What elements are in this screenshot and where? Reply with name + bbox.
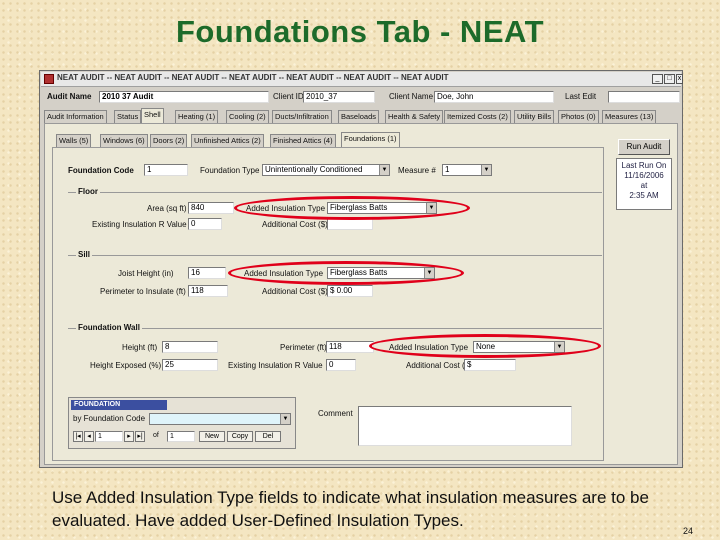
audit-name-label: Audit Name xyxy=(47,92,92,101)
foundation-code-lookup[interactable]: ▼ xyxy=(149,413,291,425)
new-record-button[interactable]: New xyxy=(199,431,225,442)
foundation-type-value: Unintentionally Conditioned xyxy=(265,165,363,174)
last-run-time: 2:35 AM xyxy=(629,191,659,200)
sill-group xyxy=(68,255,602,256)
run-audit-button[interactable]: Run Audit xyxy=(618,139,670,155)
record-navigator: FOUNDATION by Foundation Code ▼ |◂ ◂ 1 ▸… xyxy=(68,397,296,449)
floor-area-field[interactable]: 840 xyxy=(188,202,234,214)
floor-area-label: Area (sq ft) xyxy=(147,204,187,213)
close-button[interactable]: x xyxy=(676,74,683,84)
wall-exposed-field[interactable]: 25 xyxy=(162,359,218,371)
client-name-field[interactable]: Doe, John xyxy=(434,91,554,103)
tab-doors[interactable]: Doors (2) xyxy=(150,134,188,147)
foundation-type-select[interactable]: Unintentionally Conditioned ▼ xyxy=(262,164,390,176)
tab-unfinished-attics[interactable]: Unfinished Attics (2) xyxy=(191,134,264,147)
tab-health-safety[interactable]: Health & Safety xyxy=(385,110,444,123)
wall-cost-field[interactable]: $ xyxy=(464,359,516,371)
foundation-wall-group xyxy=(68,328,602,329)
wall-exposed-label: Height Exposed (%) xyxy=(90,361,162,370)
sill-joist-field[interactable]: 16 xyxy=(188,267,226,279)
last-run-at: at xyxy=(640,181,648,190)
wall-height-field[interactable]: 8 xyxy=(162,341,218,353)
foundation-wall-title: Foundation Wall xyxy=(76,323,142,332)
audit-name-field[interactable]: 2010 37 Audit xyxy=(99,91,269,103)
floor-title: Floor xyxy=(76,187,100,196)
wall-perimeter-label: Perimeter (ft) xyxy=(280,343,327,352)
wall-height-label: Height (ft) xyxy=(122,343,158,352)
wall-rvalue-label: Existing Insulation R Value xyxy=(228,361,323,370)
sill-joist-label: Joist Height (in) xyxy=(118,269,174,278)
audit-header: Audit Name 2010 37 Audit Client ID 2010_… xyxy=(41,88,681,106)
page-number: 24 xyxy=(683,526,694,536)
navigator-header: FOUNDATION xyxy=(71,400,167,410)
maximize-button[interactable]: □ xyxy=(664,74,675,84)
record-number-field[interactable]: 1 xyxy=(95,431,123,442)
app-icon xyxy=(44,74,54,84)
last-edit-label: Last Edit xyxy=(565,92,597,101)
window-title: NEAT AUDIT -- NEAT AUDIT -- NEAT AUDIT -… xyxy=(57,73,449,82)
tab-utility-bills[interactable]: Utility Bills xyxy=(514,110,555,123)
floor-rvalue-field[interactable]: 0 xyxy=(188,218,222,230)
floor-cost-label: Additional Cost ($) xyxy=(262,220,328,229)
record-total-field: 1 xyxy=(167,431,195,442)
first-record-icon[interactable]: |◂ xyxy=(73,431,83,442)
tab-walls[interactable]: Walls (5) xyxy=(56,134,92,147)
slide-title: Foundations Tab - NEAT xyxy=(175,14,545,49)
chevron-down-icon[interactable]: ▼ xyxy=(280,414,290,424)
floor-rvalue-label: Existing Insulation R Value xyxy=(92,220,187,229)
last-run-box: Last Run On 11/16/2006 at 2:35 AM xyxy=(616,158,672,210)
tab-heating[interactable]: Heating (1) xyxy=(175,110,219,123)
tab-finished-attics[interactable]: Finished Attics (4) xyxy=(270,134,336,147)
highlight-ring-wall xyxy=(369,334,601,358)
last-run-date: 11/16/2006 xyxy=(624,171,664,180)
tab-itemized-costs[interactable]: Itemized Costs (2) xyxy=(444,110,511,123)
measure-number-label: Measure # xyxy=(398,166,436,175)
foundation-code-label: Foundation Code xyxy=(68,166,134,175)
wall-rvalue-field[interactable]: 0 xyxy=(326,359,356,371)
tab-ducts-infiltration[interactable]: Ducts/Infiltration xyxy=(272,110,332,123)
client-name-label: Client Name xyxy=(389,92,434,101)
slide-caption: Use Added Insulation Type fields to indi… xyxy=(52,488,649,530)
measure-number-select[interactable]: 1 ▼ xyxy=(442,164,492,176)
sill-title: Sill xyxy=(76,250,93,259)
sill-perimeter-label: Perimeter to Insulate (ft) xyxy=(100,287,186,296)
comment-field[interactable] xyxy=(358,406,572,446)
tab-baseloads[interactable]: Baseloads xyxy=(338,110,380,123)
wall-perimeter-field[interactable]: 118 xyxy=(326,341,374,353)
sill-perimeter-field[interactable]: 118 xyxy=(188,285,228,297)
delete-record-button[interactable]: Del xyxy=(255,431,281,442)
tab-photos[interactable]: Photos (0) xyxy=(558,110,599,123)
window-titlebar: NEAT AUDIT -- NEAT AUDIT -- NEAT AUDIT -… xyxy=(41,72,683,87)
tab-foundations[interactable]: Foundations (1) xyxy=(341,132,400,147)
tab-windows[interactable]: Windows (6) xyxy=(100,134,148,147)
highlight-ring-sill xyxy=(228,261,464,285)
foundation-type-label: Foundation Type xyxy=(200,166,260,175)
navigator-by-label: by Foundation Code xyxy=(73,414,146,423)
last-run-label: Last Run On xyxy=(621,161,667,170)
copy-record-button[interactable]: Copy xyxy=(227,431,253,442)
tab-cooling[interactable]: Cooling (2) xyxy=(226,110,269,123)
comment-label: Comment xyxy=(318,409,353,418)
floor-group xyxy=(68,192,602,193)
next-record-icon[interactable]: ▸ xyxy=(124,431,134,442)
last-edit-field[interactable] xyxy=(608,91,680,103)
client-id-field[interactable]: 2010_37 xyxy=(303,91,375,103)
foundation-code-field[interactable]: 1 xyxy=(144,164,188,176)
minimize-button[interactable]: _ xyxy=(652,74,663,84)
client-id-label: Client ID xyxy=(273,92,304,101)
measure-number-value: 1 xyxy=(445,165,450,174)
last-record-icon[interactable]: ▸| xyxy=(135,431,145,442)
prev-record-icon[interactable]: ◂ xyxy=(84,431,94,442)
tab-shell[interactable]: Shell xyxy=(141,108,164,123)
chevron-down-icon[interactable]: ▼ xyxy=(379,165,389,175)
tab-status[interactable]: Status xyxy=(114,110,142,123)
sill-cost-label: Additional Cost ($) xyxy=(262,287,328,296)
of-label: of xyxy=(153,432,159,439)
tab-audit-information[interactable]: Audit Information xyxy=(44,110,107,123)
wall-cost-label: Additional Cost ($) xyxy=(406,361,472,370)
sill-cost-field[interactable]: $ 0.00 xyxy=(327,285,373,297)
chevron-down-icon[interactable]: ▼ xyxy=(481,165,491,175)
tab-measures[interactable]: Measures (13) xyxy=(602,110,657,123)
highlight-ring-floor xyxy=(234,196,470,220)
